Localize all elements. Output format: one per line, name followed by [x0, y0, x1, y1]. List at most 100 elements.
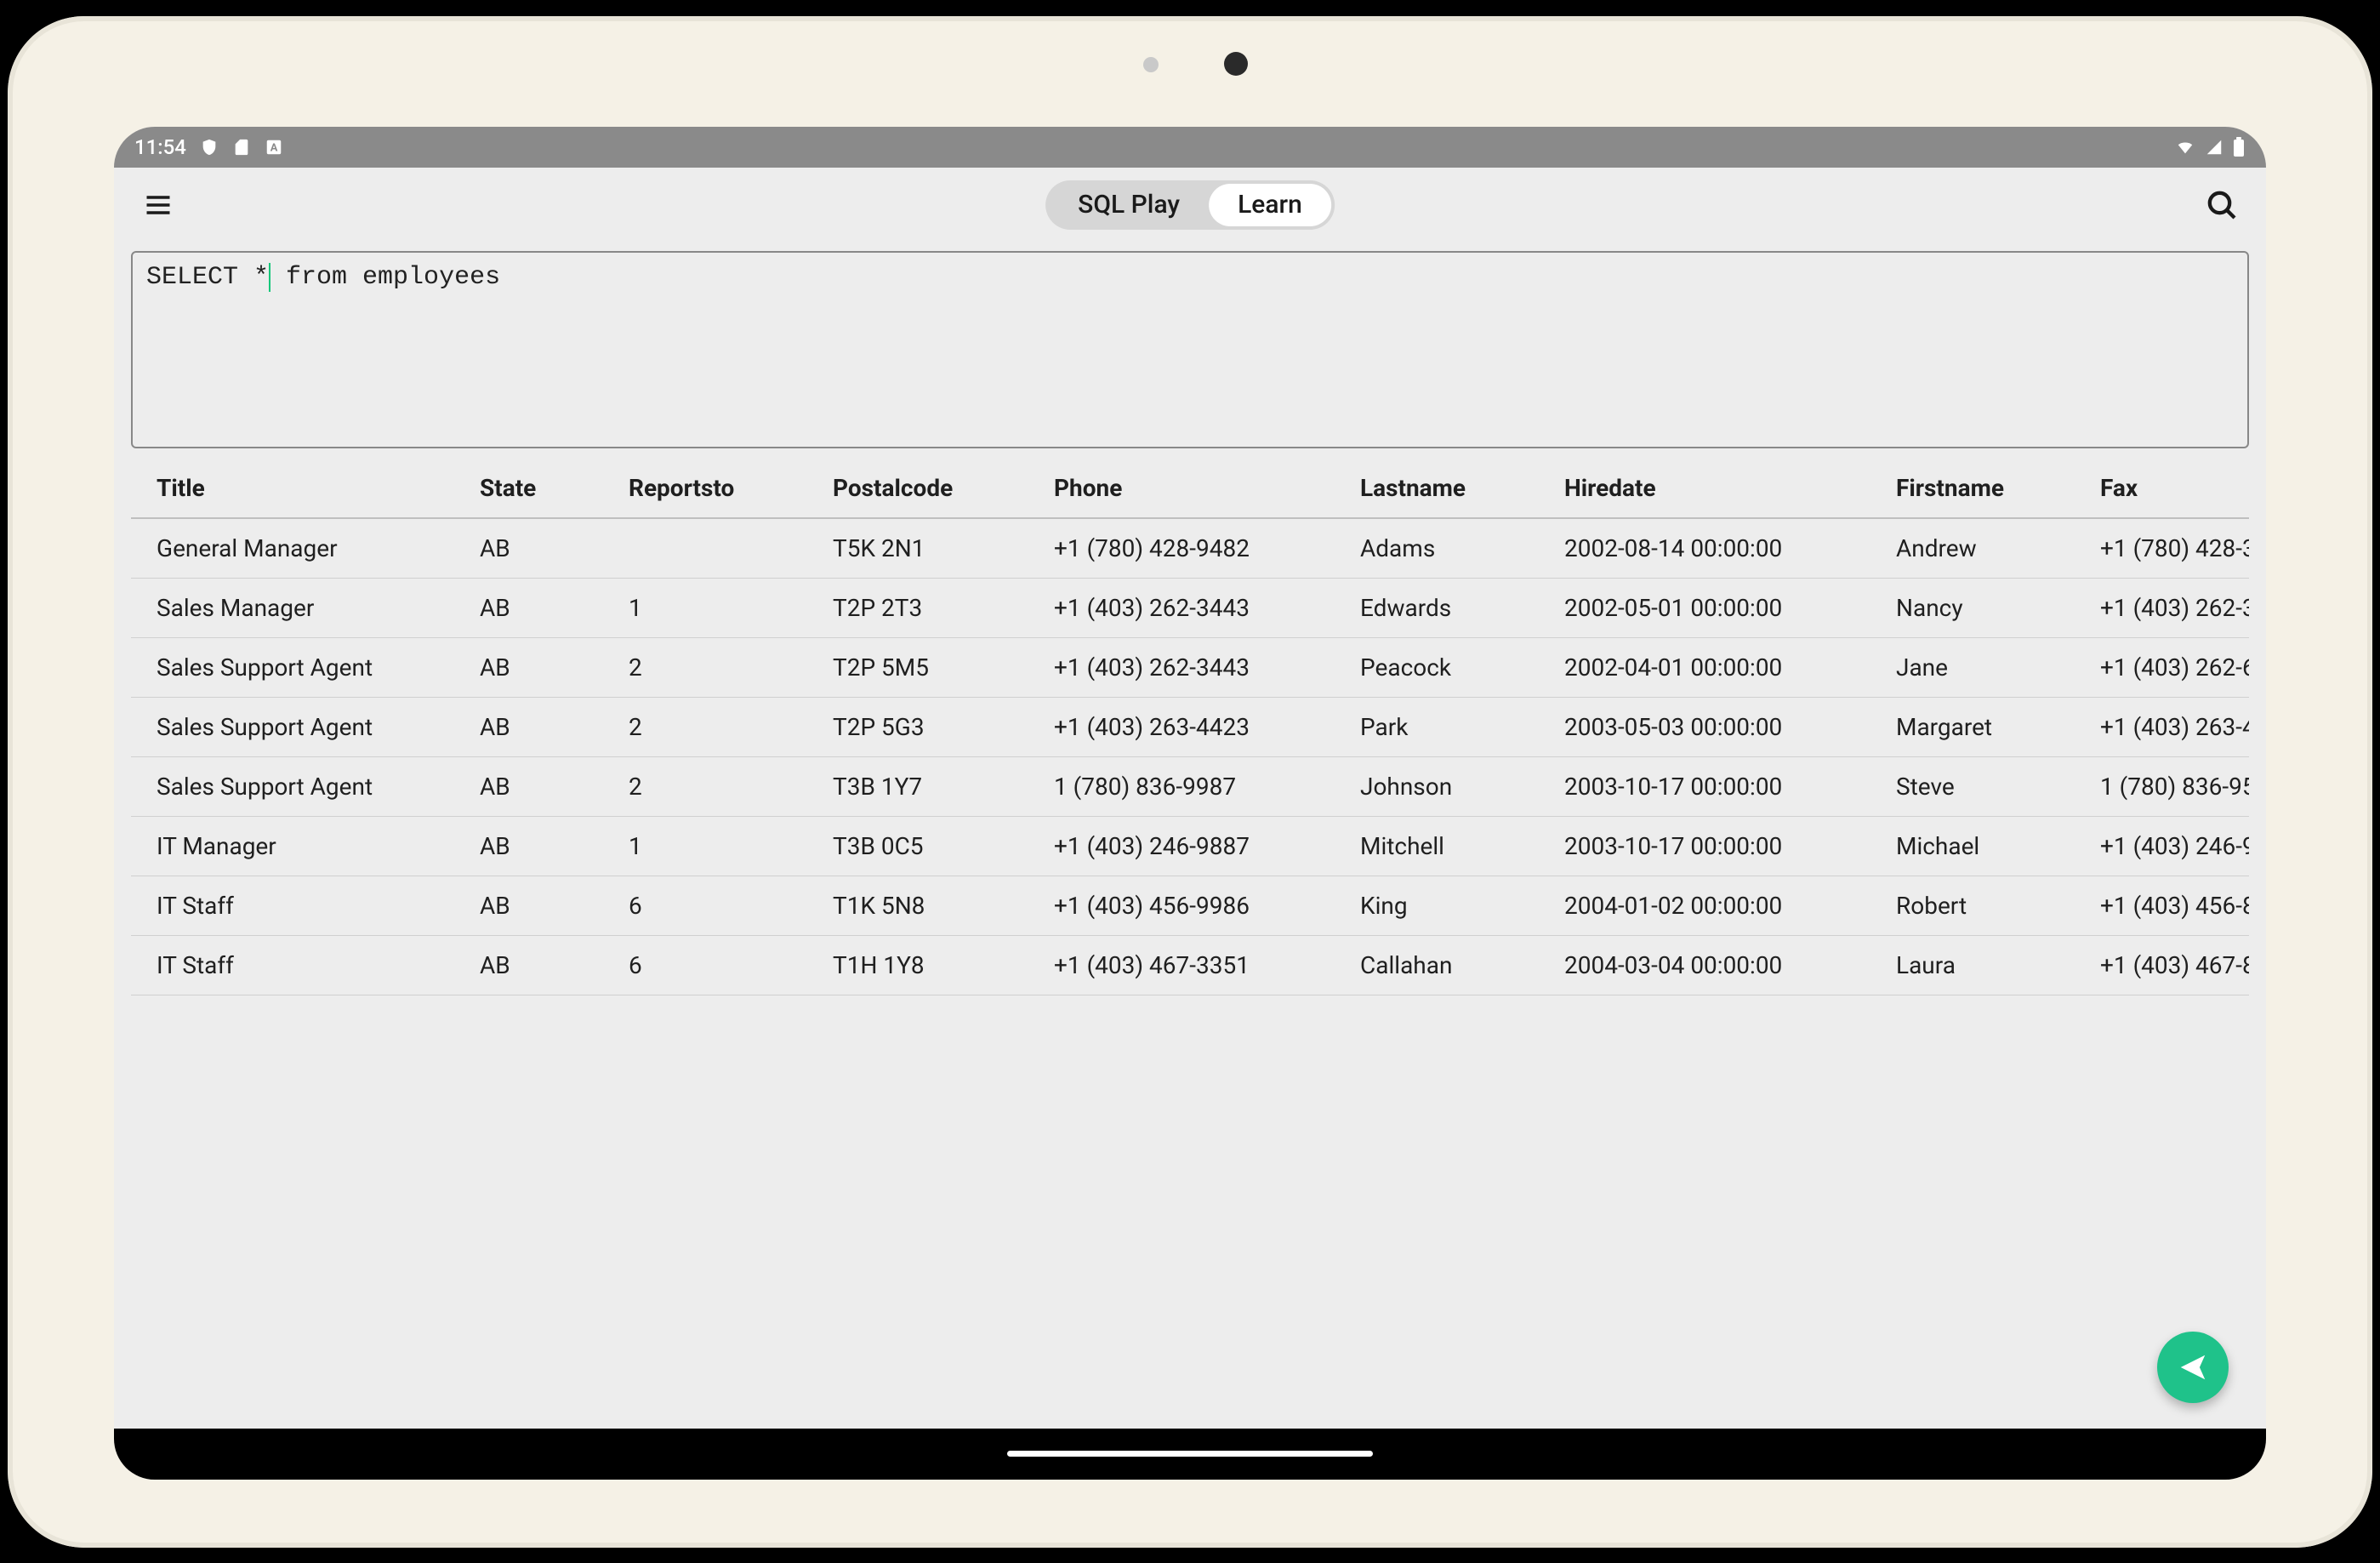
cell-reportsto [603, 518, 807, 579]
cell-title: IT Staff [131, 876, 454, 935]
menu-button[interactable] [139, 186, 177, 224]
cell-phone: 1 (780) 836-9987 [1028, 756, 1335, 816]
table-row: IT StaffAB6T1H 1Y8+1 (403) 467-3351Calla… [131, 935, 2249, 995]
sql-editor[interactable]: SELECT * from employees [131, 251, 2249, 448]
col-title: Title [131, 459, 454, 518]
camera-lens [1224, 52, 1248, 76]
cell-state: AB [454, 935, 603, 995]
cell-phone: +1 (403) 246-9887 [1028, 816, 1335, 876]
cell-phone: +1 (403) 262-3443 [1028, 578, 1335, 637]
cell-reportsto: 6 [603, 935, 807, 995]
col-hiredate: Hiredate [1539, 459, 1870, 518]
table-row: IT StaffAB6T1K 5N8+1 (403) 456-9986King2… [131, 876, 2249, 935]
play-send-icon [2177, 1351, 2209, 1383]
cell-postalcode: T2P 5M5 [807, 637, 1028, 697]
cell-hiredate: 2004-03-04 00:00:00 [1539, 935, 1870, 995]
cell-state: AB [454, 637, 603, 697]
app-box-icon: A [265, 138, 283, 157]
cell-lastname: Adams [1335, 518, 1539, 579]
status-left: 11:54 A [134, 135, 283, 159]
run-query-button[interactable] [2157, 1332, 2229, 1403]
wifi-icon [2174, 138, 2196, 157]
cell-hiredate: 2002-05-01 00:00:00 [1539, 578, 1870, 637]
hamburger-icon [143, 190, 174, 220]
cell-firstname: Andrew [1870, 518, 2075, 579]
col-phone: Phone [1028, 459, 1335, 518]
signal-icon [2205, 138, 2223, 157]
cell-lastname: Park [1335, 697, 1539, 756]
cell-lastname: Callahan [1335, 935, 1539, 995]
results-table: Title State Reportsto Postalcode Phone L… [131, 459, 2249, 995]
cell-hiredate: 2003-10-17 00:00:00 [1539, 816, 1870, 876]
cell-state: AB [454, 816, 603, 876]
results-table-wrap[interactable]: Title State Reportsto Postalcode Phone L… [131, 459, 2249, 995]
cell-state: AB [454, 876, 603, 935]
cell-hiredate: 2003-10-17 00:00:00 [1539, 756, 1870, 816]
search-button[interactable] [2203, 186, 2241, 224]
search-icon [2205, 188, 2239, 222]
home-indicator[interactable] [1007, 1451, 1373, 1457]
tab-learn[interactable]: Learn [1209, 184, 1331, 226]
cell-reportsto: 6 [603, 876, 807, 935]
col-lastname: Lastname [1335, 459, 1539, 518]
cell-phone: +1 (403) 263-4423 [1028, 697, 1335, 756]
col-state: State [454, 459, 603, 518]
cell-title: IT Staff [131, 935, 454, 995]
cell-state: AB [454, 518, 603, 579]
cell-reportsto: 2 [603, 637, 807, 697]
table-row: Sales Support AgentAB2T3B 1Y71 (780) 836… [131, 756, 2249, 816]
table-row: General ManagerABT5K 2N1+1 (780) 428-948… [131, 518, 2249, 579]
col-postalcode: Postalcode [807, 459, 1028, 518]
cell-firstname: Laura [1870, 935, 2075, 995]
table-row: IT ManagerAB1T3B 0C5+1 (403) 246-9887Mit… [131, 816, 2249, 876]
cell-reportsto: 1 [603, 578, 807, 637]
table-header-row: Title State Reportsto Postalcode Phone L… [131, 459, 2249, 518]
cell-lastname: Johnson [1335, 756, 1539, 816]
tab-sql-play[interactable]: SQL Play [1049, 184, 1209, 226]
cell-firstname: Robert [1870, 876, 2075, 935]
shield-icon [200, 138, 219, 157]
sql-text: SELECT * from employees [146, 263, 500, 292]
cell-firstname: Margaret [1870, 697, 2075, 756]
tablet-frame: 11:54 A [8, 16, 2372, 1548]
cell-firstname: Steve [1870, 756, 2075, 816]
cell-lastname: Mitchell [1335, 816, 1539, 876]
screen: 11:54 A [114, 127, 2266, 1480]
cell-postalcode: T1H 1Y8 [807, 935, 1028, 995]
camera-indicator-light [1143, 57, 1159, 72]
col-reportsto: Reportsto [603, 459, 807, 518]
cell-fax: +1 (403) 246-98 [2075, 816, 2249, 876]
cell-reportsto: 2 [603, 697, 807, 756]
cell-reportsto: 1 [603, 816, 807, 876]
cell-fax: +1 (403) 262-67 [2075, 637, 2249, 697]
system-nav-bar [114, 1429, 2266, 1480]
cell-firstname: Nancy [1870, 578, 2075, 637]
cell-fax: +1 (403) 467-87 [2075, 935, 2249, 995]
content-area: SELECT * from employees Title State Repo… [114, 242, 2266, 1429]
cell-hiredate: 2002-04-01 00:00:00 [1539, 637, 1870, 697]
col-fax: Fax [2075, 459, 2249, 518]
cell-reportsto: 2 [603, 756, 807, 816]
svg-text:A: A [270, 141, 278, 154]
cell-fax: +1 (780) 428-34 [2075, 518, 2249, 579]
cell-firstname: Jane [1870, 637, 2075, 697]
cell-state: AB [454, 697, 603, 756]
cell-state: AB [454, 756, 603, 816]
cell-hiredate: 2003-05-03 00:00:00 [1539, 697, 1870, 756]
cell-postalcode: T3B 0C5 [807, 816, 1028, 876]
cell-title: General Manager [131, 518, 454, 579]
cell-lastname: King [1335, 876, 1539, 935]
cell-phone: +1 (403) 456-9986 [1028, 876, 1335, 935]
cell-postalcode: T1K 5N8 [807, 876, 1028, 935]
cell-firstname: Michael [1870, 816, 2075, 876]
cell-phone: +1 (403) 262-3443 [1028, 637, 1335, 697]
cell-postalcode: T2P 2T3 [807, 578, 1028, 637]
cell-phone: +1 (780) 428-9482 [1028, 518, 1335, 579]
table-row: Sales ManagerAB1T2P 2T3+1 (403) 262-3443… [131, 578, 2249, 637]
status-right [2174, 137, 2246, 157]
cell-lastname: Peacock [1335, 637, 1539, 697]
cell-hiredate: 2002-08-14 00:00:00 [1539, 518, 1870, 579]
system-status-bar: 11:54 A [114, 127, 2266, 168]
cell-title: IT Manager [131, 816, 454, 876]
app-header: SQL Play Learn [114, 168, 2266, 242]
